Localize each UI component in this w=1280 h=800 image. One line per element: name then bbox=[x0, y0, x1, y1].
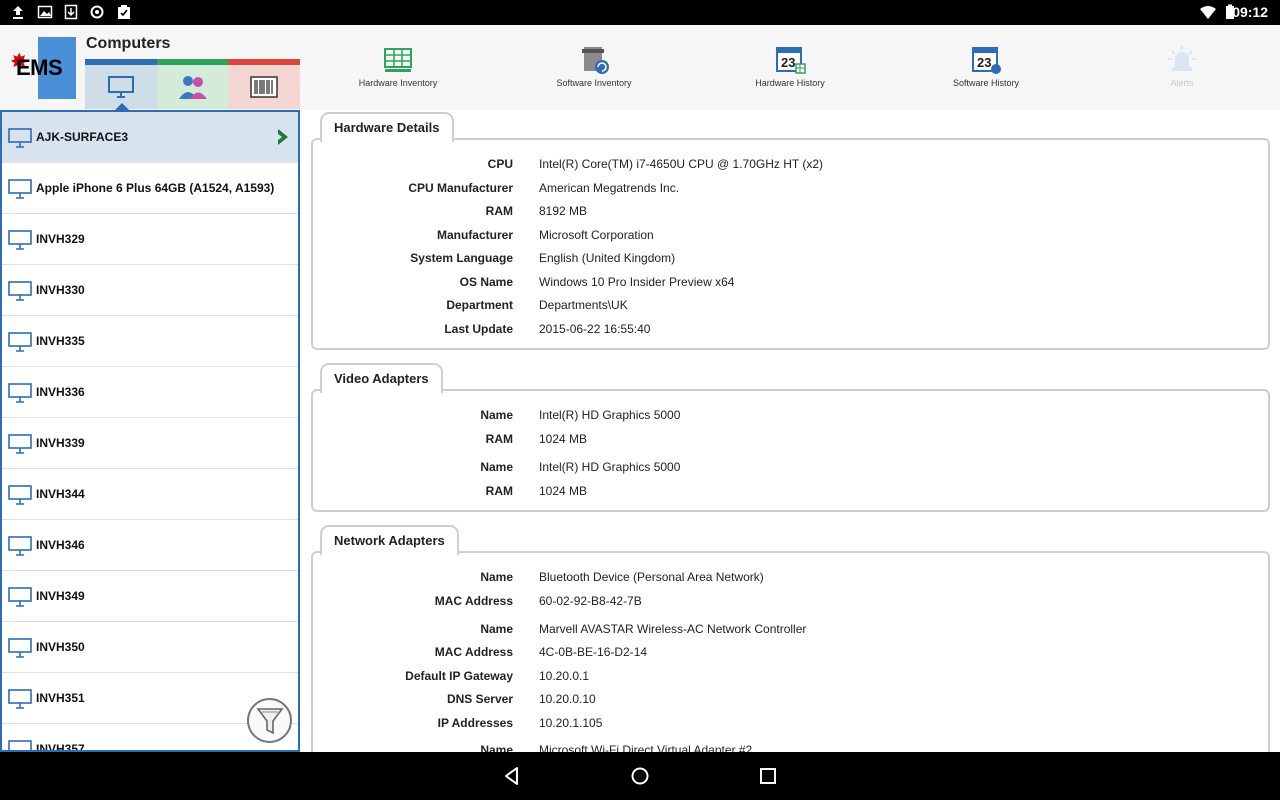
detail-row: MAC Address 4C-0B-BE-16-D2-14 bbox=[434, 645, 648, 659]
status-bar: 09:12 bbox=[0, 0, 1280, 25]
video-adapters-title: Video Adapters bbox=[320, 363, 443, 393]
list-item[interactable]: INVH349 bbox=[2, 571, 298, 622]
image-icon bbox=[37, 5, 53, 19]
monitor-icon bbox=[8, 536, 32, 556]
detail-row: Manufacturer Microsoft Corporation bbox=[436, 228, 654, 242]
detail-row: Name Intel(R) HD Graphics 5000 bbox=[480, 408, 681, 422]
monitor-icon bbox=[8, 689, 32, 709]
network-adapters-panel: Name Bluetooth Device (Personal Area Netw… bbox=[311, 551, 1270, 752]
upload-icon bbox=[13, 6, 23, 19]
back-icon[interactable] bbox=[500, 764, 524, 788]
detail-row: OS Name Windows 10 Pro Insider Preview x6… bbox=[459, 275, 735, 289]
detail-row: Name Intel(R) HD Graphics 5000 bbox=[480, 460, 681, 474]
ems-logo: ✸ EMS bbox=[10, 37, 78, 99]
tab-users[interactable] bbox=[157, 59, 229, 109]
hardware-history-button[interactable]: 23 Hardware History bbox=[720, 43, 860, 103]
chevron-right-icon bbox=[278, 129, 288, 145]
filter-icon bbox=[255, 707, 284, 734]
svg-text:23: 23 bbox=[781, 55, 795, 70]
computer-list[interactable]: AJK-SURFACE3 Apple iPhone 6 Plus 64GB (A… bbox=[0, 110, 300, 752]
detail-row: MAC Address 60-02-92-B8-42-7B bbox=[434, 594, 642, 608]
detail-row: Name Microsoft Wi-Fi Direct Virtual Adapt… bbox=[480, 743, 753, 752]
monitor-icon bbox=[8, 485, 32, 505]
monitor-icon bbox=[8, 434, 32, 454]
svg-text:23: 23 bbox=[977, 55, 991, 70]
barcode-icon bbox=[250, 76, 278, 98]
recents-icon[interactable] bbox=[756, 764, 780, 788]
home-icon[interactable] bbox=[628, 764, 652, 788]
detail-row: Name Marvell AVASTAR Wireless-AC Network … bbox=[480, 622, 807, 636]
list-item[interactable]: INVH335 bbox=[2, 316, 298, 367]
monitor-icon bbox=[8, 638, 32, 658]
detail-row: RAM 1024 MB bbox=[485, 484, 588, 498]
clock: 09:12 bbox=[1232, 4, 1268, 20]
software-inventory-button[interactable]: Software Inventory bbox=[524, 43, 664, 103]
software-history-icon: 23 bbox=[972, 47, 1001, 74]
sync-icon bbox=[90, 5, 104, 19]
users-icon bbox=[179, 76, 207, 99]
tab-assets[interactable] bbox=[228, 59, 300, 109]
detail-row: DNS Server 10.20.0.10 bbox=[446, 692, 596, 706]
monitor-icon bbox=[8, 383, 32, 403]
detail-row: Last Update 2015-06-22 16:55:40 bbox=[444, 322, 651, 336]
detail-row: Default IP Gateway 10.20.0.1 bbox=[405, 669, 590, 683]
network-adapters-title: Network Adapters bbox=[320, 525, 459, 555]
detail-row: RAM 8192 MB bbox=[485, 204, 588, 218]
list-item[interactable]: INVH344 bbox=[2, 469, 298, 520]
list-item[interactable]: Apple iPhone 6 Plus 64GB (A1524, A1593) bbox=[2, 163, 298, 214]
software-history-button[interactable]: 23 Software History bbox=[916, 43, 1056, 103]
detail-row: RAM 1024 MB bbox=[485, 432, 588, 446]
hardware-history-icon: 23 bbox=[776, 47, 806, 74]
wifi-icon bbox=[1200, 6, 1216, 19]
list-item[interactable]: INVH346 bbox=[2, 520, 298, 571]
detail-row: CPU Intel(R) Core(TM) i7-4650U CPU @ 1.70… bbox=[487, 157, 824, 171]
list-item[interactable]: INVH330 bbox=[2, 265, 298, 316]
list-item[interactable]: INVH329 bbox=[2, 214, 298, 265]
hardware-inventory-icon bbox=[384, 48, 412, 72]
detail-row: IP Addresses 10.20.1.105 bbox=[437, 716, 603, 730]
system-nav-bar bbox=[0, 752, 1280, 800]
software-inventory-icon bbox=[582, 47, 609, 74]
monitor-icon bbox=[8, 740, 32, 750]
monitor-icon bbox=[8, 128, 32, 148]
detail-row: Name Bluetooth Device (Personal Area Netw… bbox=[480, 570, 764, 584]
monitor-icon bbox=[8, 587, 32, 607]
monitor-icon bbox=[8, 281, 32, 301]
monitor-icon bbox=[8, 332, 32, 352]
page-title: Computers bbox=[86, 35, 171, 52]
details-pane[interactable]: Hardware Details CPU Intel(R) Core(TM) i7… bbox=[300, 110, 1280, 752]
alerts-button[interactable]: Alerts bbox=[1112, 43, 1252, 103]
tab-computers[interactable] bbox=[85, 59, 157, 109]
app-header: ✸ EMS Computers Hardware Inventory Softw… bbox=[0, 25, 1280, 111]
detail-row: CPU Manufacturer American Megatrends Inc. bbox=[408, 181, 680, 195]
filter-button[interactable] bbox=[247, 698, 292, 743]
monitor-icon bbox=[8, 230, 32, 250]
list-item[interactable]: INVH336 bbox=[2, 367, 298, 418]
list-item[interactable]: AJK-SURFACE3 bbox=[2, 112, 298, 163]
detail-row: Department Departments\UK bbox=[446, 298, 628, 312]
hardware-details-panel: CPU Intel(R) Core(TM) i7-4650U CPU @ 1.70… bbox=[311, 138, 1270, 350]
monitor-icon bbox=[108, 76, 134, 98]
alert-siren-icon bbox=[1168, 46, 1196, 71]
video-adapters-panel: Name Intel(R) HD Graphics 5000 RAM 1024 MB… bbox=[311, 389, 1270, 512]
hardware-inventory-button[interactable]: Hardware Inventory bbox=[328, 43, 468, 103]
hardware-details-title: Hardware Details bbox=[320, 112, 454, 142]
clipboard-check-icon bbox=[118, 5, 130, 19]
detail-row: System Language English (United Kingdom) bbox=[410, 251, 676, 265]
monitor-icon bbox=[8, 179, 32, 199]
list-item[interactable]: INVH339 bbox=[2, 418, 298, 469]
download-icon bbox=[64, 4, 78, 20]
list-item[interactable]: INVH350 bbox=[2, 622, 298, 673]
